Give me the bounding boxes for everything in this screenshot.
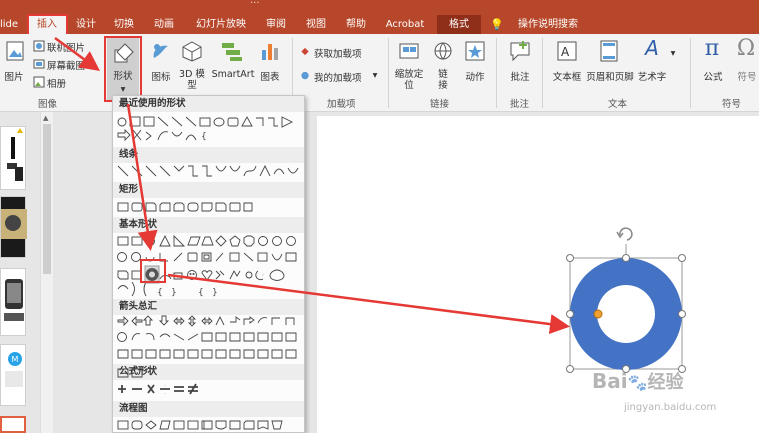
tab-format[interactable]: 格式 xyxy=(437,15,481,34)
link-icon xyxy=(434,42,452,60)
tab-animations[interactable]: 动画 xyxy=(148,15,180,34)
watermark-url: jingyan.baidu.com xyxy=(624,402,717,413)
slide-thumbnail-pane: M xyxy=(0,112,44,433)
comment-button[interactable]: 批注 xyxy=(506,69,534,83)
formula-button[interactable]: 公式 xyxy=(700,69,726,83)
slide-thumbnail-selected[interactable] xyxy=(0,416,26,433)
svg-text:}: } xyxy=(212,288,218,298)
icons-button[interactable]: 图标 xyxy=(150,69,172,83)
slide-thumbnail[interactable] xyxy=(0,268,26,336)
insert-tab-highlight xyxy=(27,14,68,36)
scroll-up-icon[interactable]: ▲ xyxy=(43,114,48,122)
chevron-down-icon: ▾ xyxy=(372,70,378,81)
svg-text:{: { xyxy=(201,132,207,142)
tab-review[interactable]: 审阅 xyxy=(260,15,292,34)
lightbulb-icon: 💡 xyxy=(490,18,504,31)
slide-thumbnail-content xyxy=(7,128,23,181)
picture-icon xyxy=(6,41,24,61)
slide[interactable] xyxy=(317,116,759,433)
tab-transitions[interactable]: 切换 xyxy=(108,15,140,34)
tab-slideshow[interactable]: 幻灯片放映 xyxy=(190,15,252,34)
group-label-text: 文本 xyxy=(608,99,628,110)
slide-thumbnail-content xyxy=(1,209,27,239)
tab-design[interactable]: 设计 xyxy=(70,15,102,34)
cube-icon xyxy=(182,41,202,62)
slide-thumbnail-content: M xyxy=(5,352,23,387)
icons-icon xyxy=(153,44,168,58)
screenshot-button[interactable]: 屏幕截图 xyxy=(47,58,85,72)
svg-text:M: M xyxy=(12,355,19,364)
slide-thumbnail-content xyxy=(4,279,24,321)
thumbnail-scrollbar[interactable]: ▲ xyxy=(40,112,53,433)
textbox-button[interactable]: 文本框 xyxy=(550,69,584,83)
header-footer-button[interactable]: 页眉和页脚 xyxy=(585,69,635,83)
watermark-brand: Bai🐾经验 xyxy=(592,369,684,393)
my-addins-button[interactable]: 我的加载项 xyxy=(314,70,362,84)
header-footer-icon xyxy=(600,40,618,62)
shapes-highlight xyxy=(104,36,142,102)
group-label-addins: 加载项 xyxy=(327,99,356,110)
action-button[interactable]: 动作 xyxy=(462,69,488,83)
online-picture-button[interactable]: 联机图片 xyxy=(47,40,85,54)
adjust-handle xyxy=(593,309,603,319)
tell-me-search[interactable]: 操作说明搜索 xyxy=(508,15,588,34)
scroll-thumb[interactable] xyxy=(43,124,51,274)
ribbon-tab-bar: ... lide 插入 设计 切换 动画 幻灯片放映 审阅 视图 帮助 Acro… xyxy=(0,0,759,34)
omega-icon: Ω xyxy=(736,36,756,61)
screenshot-icon xyxy=(33,59,45,69)
tab-slide[interactable]: lide xyxy=(0,15,18,34)
smartart-icon xyxy=(222,43,242,61)
album-icon xyxy=(33,76,45,88)
chart-icon xyxy=(262,44,278,60)
tab-view[interactable]: 视图 xyxy=(300,15,332,34)
group-label-links: 链接 xyxy=(430,99,450,110)
wordart-button[interactable]: 艺术字 xyxy=(636,69,668,83)
donut-shape xyxy=(570,258,683,370)
zoom-button[interactable]: 缩放定位 xyxy=(392,69,426,91)
store-icon: ◆ xyxy=(301,46,309,57)
picture-button[interactable]: 图片 xyxy=(2,69,26,83)
symbol-button[interactable]: 符号 xyxy=(734,69,759,83)
pi-icon: π xyxy=(704,36,720,61)
3d-model-button[interactable]: 3D 模型 xyxy=(178,69,206,91)
slide-thumbnail[interactable]: M xyxy=(0,344,26,406)
action-icon xyxy=(465,41,485,61)
tab-help[interactable]: 帮助 xyxy=(340,15,372,34)
comment-icon xyxy=(510,41,530,62)
link-button[interactable]: 链接 xyxy=(434,69,452,91)
textbox-icon: A xyxy=(557,41,577,61)
svg-text:{: { xyxy=(157,288,163,298)
wordart-icon: A xyxy=(645,36,659,60)
zoom-icon xyxy=(399,43,419,59)
slide-canvas xyxy=(315,112,759,433)
group-label-images: 图像 xyxy=(38,99,58,110)
svg-text:A: A xyxy=(561,45,570,59)
svg-text:{: { xyxy=(198,288,204,298)
slide-thumbnail[interactable] xyxy=(0,126,26,190)
chart-button[interactable]: 图表 xyxy=(257,69,283,83)
online-picture-icon xyxy=(33,40,45,52)
svg-text:}: } xyxy=(171,288,177,298)
my-addins-icon: ● xyxy=(300,70,310,81)
group-label-comments: 批注 xyxy=(510,99,530,110)
donut-shape-layer xyxy=(566,227,686,373)
smartart-button[interactable]: SmartArt xyxy=(211,69,255,80)
album-button[interactable]: 相册 xyxy=(47,76,66,90)
text-more-icon[interactable]: ▾ xyxy=(666,48,680,59)
slide-thumbnail[interactable] xyxy=(0,196,27,258)
tab-acrobat[interactable]: Acrobat xyxy=(380,15,430,34)
donut-option-highlight xyxy=(140,259,166,283)
window-title: ... xyxy=(250,0,260,6)
get-addins-button[interactable]: 获取加载项 xyxy=(314,46,362,60)
group-label-symbols: 符号 xyxy=(722,99,742,110)
